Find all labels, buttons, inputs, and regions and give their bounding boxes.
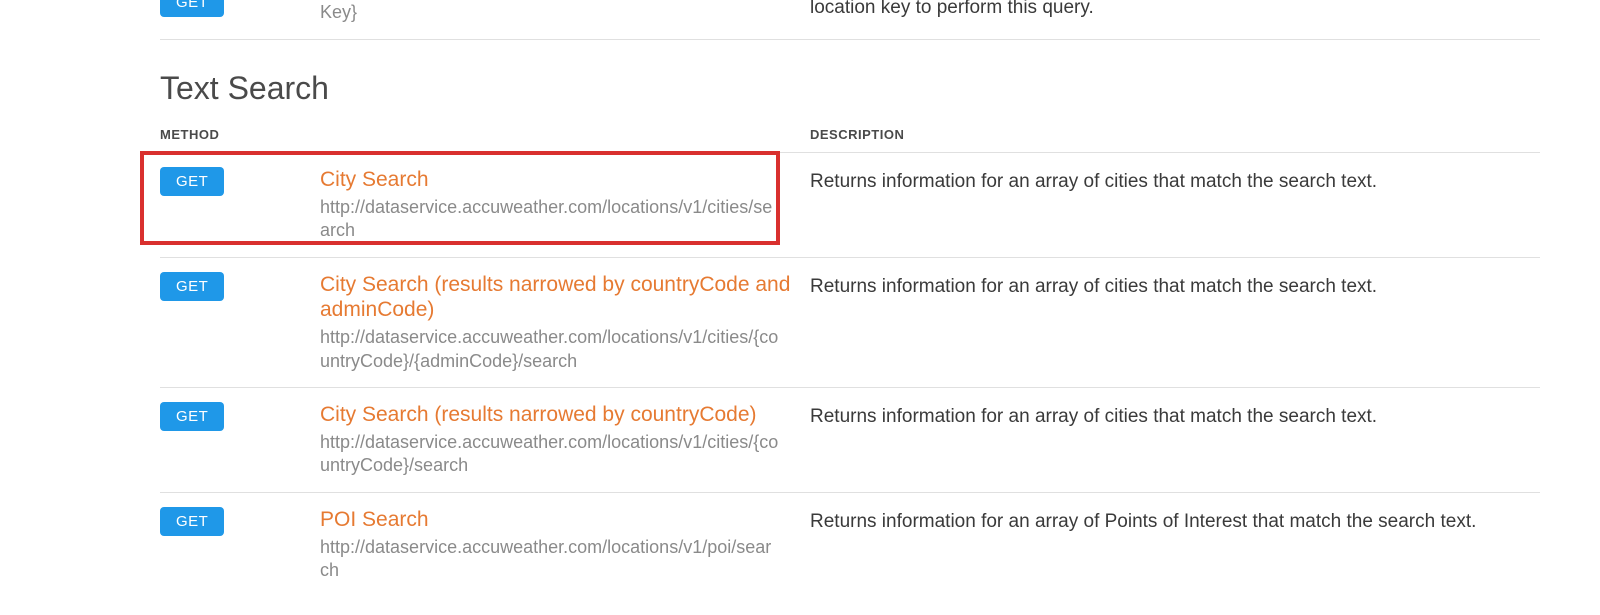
api-row: GET POI Search http://dataservice.accuwe… <box>160 493 1540 597</box>
method-badge-get: GET <box>160 507 224 536</box>
endpoint-title[interactable]: City Search (results narrowed by country… <box>320 272 810 322</box>
api-row-city-search: GET City Search http://dataservice.accuw… <box>160 153 1540 258</box>
api-row: GET City Search (results narrowed by cou… <box>160 258 1540 388</box>
api-row: GET City Search (results narrowed by cou… <box>160 388 1540 493</box>
api-row: GET Search by locationKey http://dataser… <box>160 0 1540 40</box>
endpoint-description: Returns information for an array of citi… <box>810 272 1540 301</box>
header-method: METHOD <box>160 127 320 142</box>
table-header-row: METHOD DESCRIPTION <box>160 127 1540 153</box>
endpoint-title[interactable]: City Search (results narrowed by country… <box>320 402 810 427</box>
method-badge-get: GET <box>160 0 224 17</box>
endpoint-url: http://dataservice.accuweather.com/locat… <box>320 0 810 25</box>
header-description: DESCRIPTION <box>810 127 1540 142</box>
endpoint-url: http://dataservice.accuweather.com/locat… <box>320 326 810 373</box>
endpoint-description: Returns information about a specific loc… <box>810 0 1540 21</box>
endpoint-title[interactable]: City Search <box>320 167 810 192</box>
method-badge-get: GET <box>160 402 224 431</box>
endpoint-url: http://dataservice.accuweather.com/locat… <box>320 536 810 583</box>
method-badge-get: GET <box>160 272 224 301</box>
endpoint-description: Returns information for an array of citi… <box>810 402 1540 431</box>
endpoint-url: http://dataservice.accuweather.com/locat… <box>320 431 810 478</box>
endpoint-url: http://dataservice.accuweather.com/locat… <box>320 196 810 243</box>
section-heading-text-search: Text Search <box>160 70 1540 107</box>
endpoint-description: Returns information for an array of citi… <box>810 167 1540 196</box>
method-badge-get: GET <box>160 167 224 196</box>
endpoint-description: Returns information for an array of Poin… <box>810 507 1540 536</box>
endpoint-title[interactable]: POI Search <box>320 507 810 532</box>
